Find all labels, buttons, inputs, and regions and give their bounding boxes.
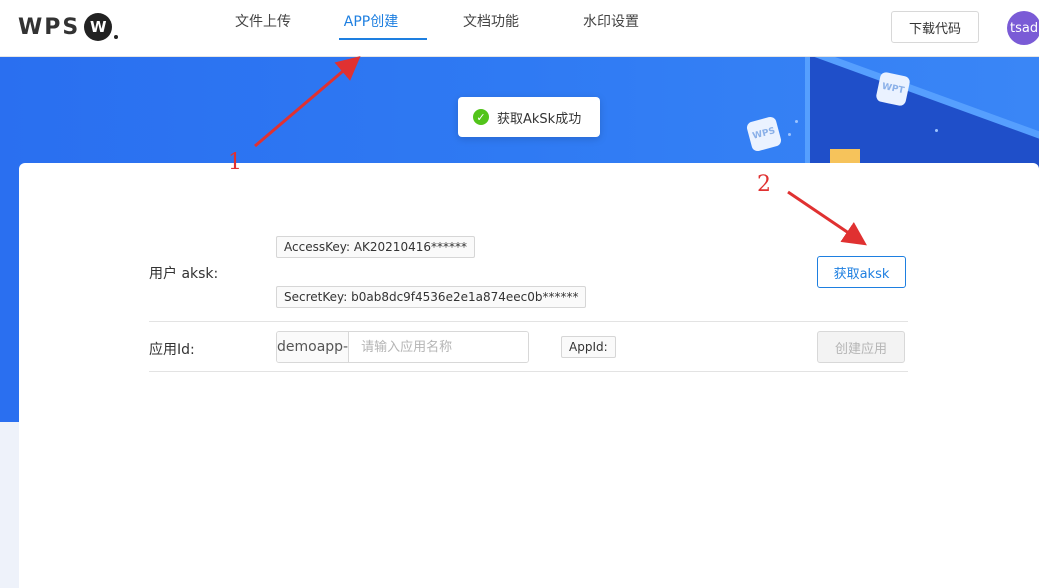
secret-key-tag: SecretKey: b0ab8dc9f4536e2e1a874eec0b***… xyxy=(276,286,587,308)
logo-dot xyxy=(114,35,119,39)
nav-item-doc-features[interactable]: 文档功能 xyxy=(431,0,551,57)
app-name-prefix: demoapp- xyxy=(277,332,350,362)
spark-dot xyxy=(935,129,938,132)
spark-dot xyxy=(788,133,791,136)
wps-bubble-icon: WPS xyxy=(745,115,783,153)
app-name-input[interactable] xyxy=(349,332,528,362)
top-header: WPS W 文件上传 APP创建 文档功能 水印设置 下载代码 tsadm xyxy=(0,0,1039,57)
row-divider xyxy=(149,321,908,322)
download-code-button[interactable]: 下载代码 xyxy=(891,11,979,43)
create-app-button[interactable]: 创建应用 xyxy=(817,331,905,363)
nav-item-label: APP创建 xyxy=(343,14,399,30)
check-circle-icon: ✓ xyxy=(473,109,489,125)
main-nav: 文件上传 APP创建 文档功能 水印设置 xyxy=(215,0,671,57)
aksk-label: 用户 aksk: xyxy=(149,266,219,282)
access-key-tag: AccessKey: AK20210416****** xyxy=(276,236,475,258)
app-create-card: 用户 aksk: AccessKey: AK20210416****** Sec… xyxy=(19,163,1039,588)
appid-tag: AppId: xyxy=(561,336,616,358)
spark-dot xyxy=(795,120,798,123)
toast-message: 获取AkSk成功 xyxy=(497,111,582,127)
nav-item-file-upload[interactable]: 文件上传 xyxy=(215,0,311,57)
appid-label: 应用Id: xyxy=(149,342,195,358)
app-name-input-group: demoapp- xyxy=(276,331,529,363)
wpt-bubble-icon: WPT xyxy=(875,71,911,107)
annotation-number-2: 2 xyxy=(757,172,771,197)
nav-active-underline xyxy=(339,38,427,40)
nav-item-app-create[interactable]: APP创建 xyxy=(311,0,431,57)
logo-badge: W xyxy=(84,13,113,41)
annotation-number-1: 1 xyxy=(228,150,242,175)
row-divider xyxy=(149,371,908,372)
logo-text: WPS xyxy=(18,14,81,40)
get-aksk-button[interactable]: 获取aksk xyxy=(817,256,906,288)
wps-logo[interactable]: WPS W xyxy=(18,12,119,42)
success-toast: ✓ 获取AkSk成功 xyxy=(458,97,600,137)
nav-item-watermark[interactable]: 水印设置 xyxy=(551,0,671,57)
avatar[interactable]: tsadm xyxy=(1007,11,1039,45)
